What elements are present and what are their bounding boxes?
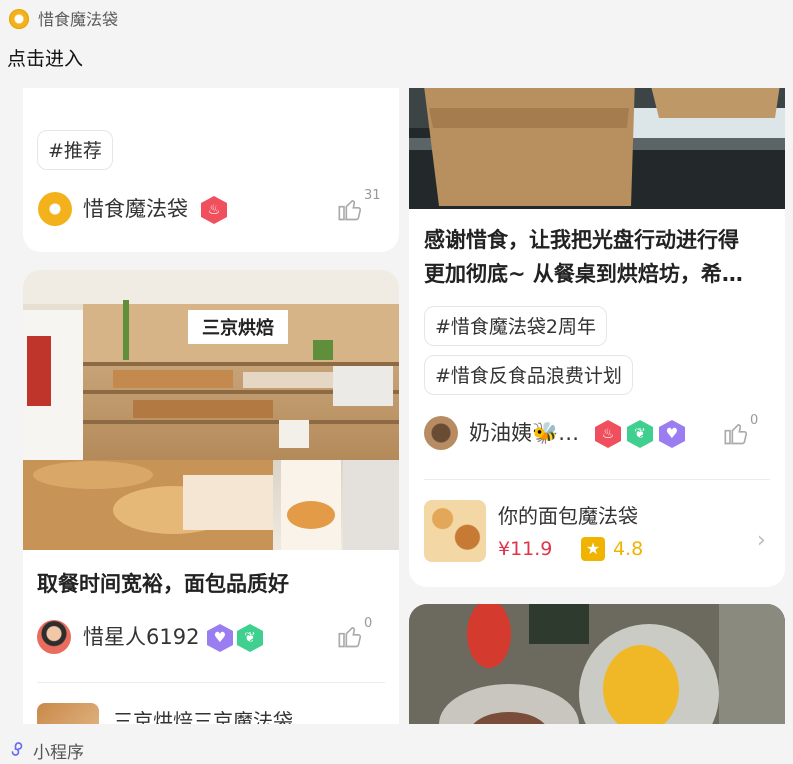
star-icon: ★: [581, 537, 605, 561]
avatar[interactable]: [37, 620, 71, 654]
divider: [37, 682, 385, 683]
bakery-scene: 三京烘焙: [23, 270, 399, 550]
post-card[interactable]: [409, 604, 785, 724]
shop-name[interactable]: 三京烘焙三京魔法袋: [113, 706, 293, 724]
heart-badge-icon: ♥: [659, 420, 685, 448]
username[interactable]: 惜食魔法袋: [83, 194, 188, 224]
post-photo[interactable]: 三京烘焙: [23, 270, 399, 550]
leaf-badge-icon: ❦: [237, 624, 263, 652]
mini-program-label[interactable]: 小程序: [33, 738, 84, 763]
fire-badge-icon: ♨: [595, 420, 621, 448]
username[interactable]: 奶油姨🐝…: [469, 418, 579, 448]
avatar[interactable]: [424, 416, 458, 450]
post-card[interactable]: 感谢惜食，让我把光盘行动进行得 更加彻底~ 从餐桌到烘焙坊，希… #惜食魔法袋2…: [409, 88, 785, 587]
divider: [424, 479, 770, 480]
topic-tag[interactable]: #惜食反食品浪费计划: [424, 355, 633, 395]
like-count: 31: [364, 188, 381, 203]
shop-thumbnail[interactable]: [37, 703, 99, 724]
leaf-badge-icon: ❦: [627, 420, 653, 448]
price: ¥11.9: [498, 538, 553, 560]
topic-tag[interactable]: #惜食魔法袋2周年: [424, 306, 608, 346]
app-logo-icon: [9, 9, 29, 29]
chevron-right-icon[interactable]: ›: [757, 528, 766, 553]
topic-tag[interactable]: #推荐: [37, 130, 113, 170]
bottom-bar: 小程序: [0, 732, 793, 764]
post-card[interactable]: #推荐 惜食魔法袋 ♨ 31: [23, 88, 399, 252]
post-title[interactable]: 取餐时间宽裕，面包品质好: [37, 568, 289, 601]
shop-name[interactable]: 你的面包魔法袋: [498, 501, 638, 531]
like-icon[interactable]: [337, 195, 365, 223]
shop-thumbnail[interactable]: [424, 500, 486, 562]
post-card[interactable]: 三京烘焙 取餐时间宽裕，面包品质好 惜星人6192 ♥ ❦ 0 三京烘焙三京魔法…: [23, 270, 399, 724]
post-photo[interactable]: [409, 604, 785, 724]
post-photo[interactable]: [409, 88, 785, 209]
like-icon[interactable]: [337, 622, 365, 650]
store-sign: 三京烘焙: [202, 317, 274, 339]
mini-program-icon[interactable]: [8, 740, 26, 758]
like-icon[interactable]: [723, 419, 751, 447]
enter-link[interactable]: 点击进入: [7, 46, 83, 72]
top-bar: 惜食魔法袋: [0, 0, 793, 40]
fire-badge-icon: ♨: [201, 196, 227, 224]
bread-bag-scene: [409, 88, 785, 206]
avatar[interactable]: [38, 192, 72, 226]
username[interactable]: 惜星人6192: [83, 622, 199, 652]
post-title-line-1[interactable]: 感谢惜食，让我把光盘行动进行得: [424, 224, 739, 257]
app-name: 惜食魔法袋: [38, 10, 119, 29]
like-count: 0: [750, 413, 759, 428]
rating: 4.8: [613, 538, 644, 560]
like-count: 0: [364, 616, 373, 631]
post-title-line-2[interactable]: 更加彻底~ 从餐桌到烘焙坊，希…: [424, 258, 743, 291]
pastry-bag-scene: [409, 604, 785, 724]
feed: #推荐 惜食魔法袋 ♨ 31 三京烘焙 取餐时间宽裕，面包品质好 惜星人6192…: [0, 88, 793, 724]
heart-badge-icon: ♥: [207, 624, 233, 652]
